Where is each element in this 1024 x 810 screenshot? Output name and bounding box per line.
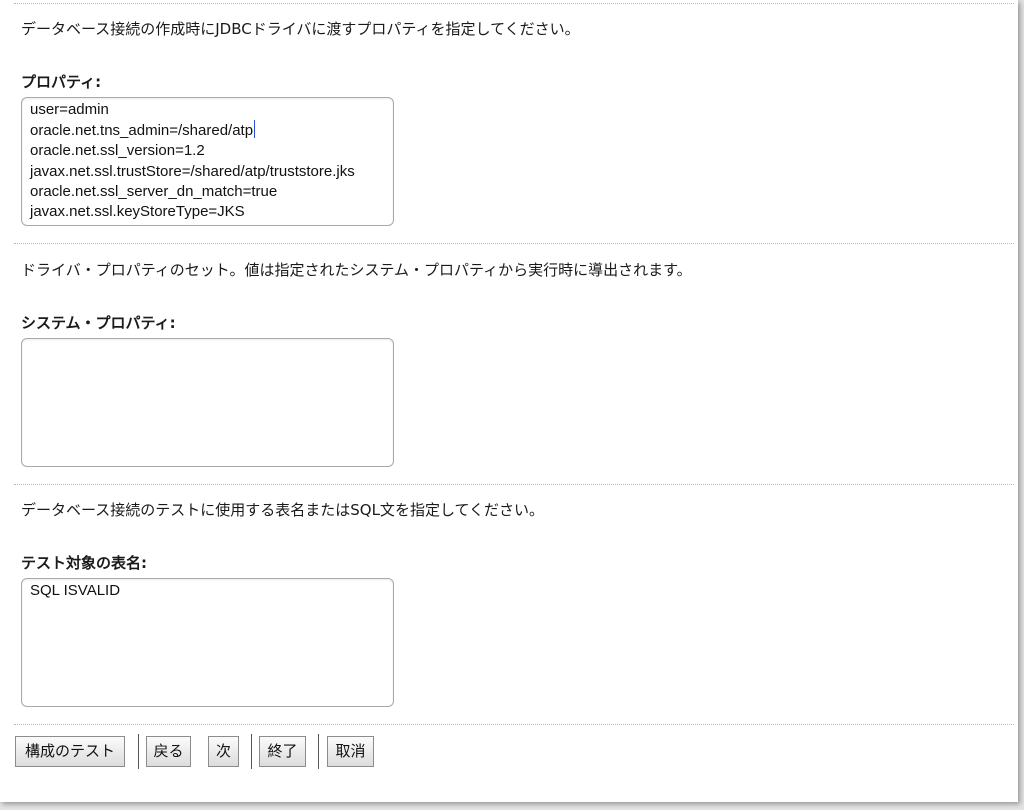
back-button[interactable]: 戻る [146,736,191,767]
test-table-label: テスト対象の表名: [21,554,147,572]
cancel-button[interactable]: 取消 [327,736,374,767]
finish-button[interactable]: 終了 [259,736,306,767]
test-table-value: SQL ISVALID [30,582,121,599]
properties-textarea[interactable]: user=admin oracle.net.tns_admin=/shared/… [21,97,394,226]
system-properties-textarea[interactable] [21,338,394,467]
separator [14,724,1014,725]
properties-label: プロパティ: [21,73,102,91]
test-table-description: データベース接続のテストに使用する表名またはSQL文を指定してください。 [21,501,545,519]
next-button[interactable]: 次 [208,736,239,767]
system-properties-description: ドライバ・プロパティのセット。値は指定されたシステム・プロパティから実行時に導出… [21,261,692,279]
separator [14,484,1014,485]
text-caret [254,120,256,139]
properties-description: データベース接続の作成時にJDBCドライバに渡すプロパティを指定してください。 [21,20,580,38]
property-line: javax.net.ssl.keyStoreType=JKS [30,203,245,221]
property-line: oracle.net.ssl_version=1.2 [30,142,205,160]
test-table-textarea[interactable]: SQL ISVALID [21,578,394,707]
property-line: javax.net.ssl.trustStore=/shared/atp/tru… [30,162,355,180]
separator [14,3,1014,4]
system-properties-label: システム・プロパティ: [21,314,176,332]
form-panel: データベース接続の作成時にJDBCドライバに渡すプロパティを指定してください。 … [0,0,1018,802]
property-line: oracle.net.tns_admin=/shared/atp [30,120,385,141]
button-divider [251,734,252,769]
separator [14,243,1014,244]
button-divider [318,734,319,769]
property-line-text: oracle.net.tns_admin=/shared/atp [30,122,254,140]
property-line: oracle.net.ssl_server_dn_match=true [30,182,278,200]
button-divider [138,734,139,769]
test-configuration-button[interactable]: 構成のテスト [15,736,125,767]
property-line: user=admin [30,101,109,118]
